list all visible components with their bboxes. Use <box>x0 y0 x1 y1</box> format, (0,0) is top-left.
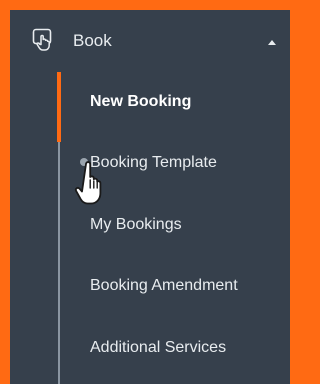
hand-pointer-icon <box>74 160 114 212</box>
sidebar-menu: Book New Booking Booking Template My Boo… <box>10 10 290 384</box>
active-item-indicator <box>57 72 61 142</box>
submenu-item-booking-amendment[interactable]: Booking Amendment <box>90 276 238 296</box>
menu-group-book[interactable]: Book <box>10 10 290 72</box>
booking-icon <box>32 28 54 52</box>
caret-up-icon[interactable] <box>268 40 276 45</box>
submenu-item-additional-services[interactable]: Additional Services <box>90 338 226 358</box>
submenu-item-new-booking[interactable]: New Booking <box>90 92 191 112</box>
submenu-item-my-bookings[interactable]: My Bookings <box>90 215 182 235</box>
menu-group-label: Book <box>73 31 112 50</box>
